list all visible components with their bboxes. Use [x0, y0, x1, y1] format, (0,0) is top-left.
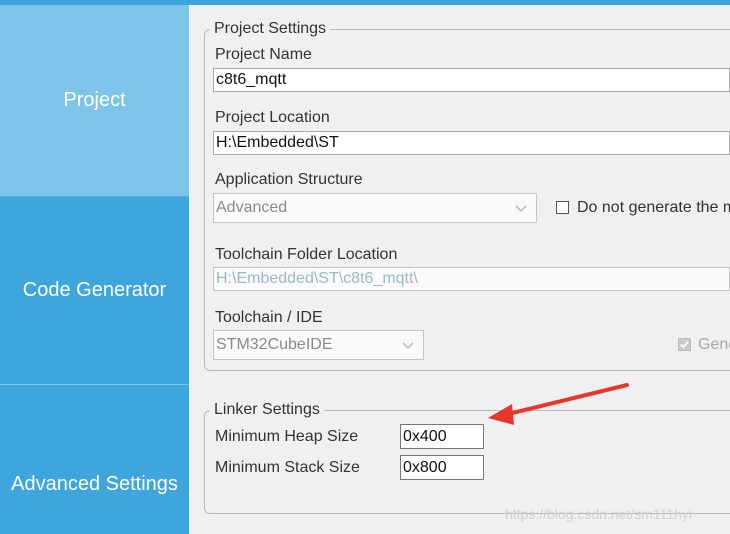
chevron-down-icon [515, 205, 527, 212]
sidebar-item-label: Advanced Settings [11, 473, 178, 495]
sidebar: Project Code Generator Advanced Settings [0, 5, 189, 534]
project-name-field[interactable]: c8t6_mqtt [213, 68, 730, 92]
toolchain-folder-field[interactable]: H:\Embedded\ST\c8t6_mqtt\ [213, 267, 730, 291]
application-structure-label: Application Structure [215, 171, 363, 188]
toolchain-ide-value: STM32CubeIDE [216, 336, 333, 353]
do-not-generate-checkbox[interactable] [556, 201, 569, 214]
sidebar-item-advanced-settings[interactable]: Advanced Settings [0, 384, 189, 534]
toolchain-ide-select[interactable]: STM32CubeIDE [213, 330, 424, 360]
project-location-label: Project Location [215, 109, 330, 126]
project-location-field[interactable]: H:\Embedded\ST [213, 131, 730, 155]
sidebar-item-label: Project [63, 89, 126, 111]
sidebar-item-label: Code Generator [22, 279, 167, 301]
watermark: https://blog.csdn.net/sm111hyi [505, 506, 693, 522]
linker-settings-legend: Linker Settings [210, 401, 324, 419]
chevron-down-icon [402, 342, 414, 349]
do-not-generate-label: Do not generate the m [577, 199, 730, 216]
application-structure-value: Advanced [216, 199, 288, 216]
generate-label: Gene [698, 336, 730, 353]
min-stack-label: Minimum Stack Size [215, 459, 360, 476]
min-heap-label: Minimum Heap Size [215, 428, 359, 445]
generate-checkbox[interactable] [678, 338, 691, 351]
application-structure-select[interactable]: Advanced [213, 193, 537, 223]
min-heap-field[interactable]: 0x400 [400, 424, 484, 449]
toolchain-folder-label: Toolchain Folder Location [215, 246, 398, 263]
sidebar-item-code-generator[interactable]: Code Generator [0, 196, 189, 384]
toolchain-ide-label: Toolchain / IDE [215, 309, 323, 326]
min-stack-field[interactable]: 0x800 [400, 455, 484, 480]
sidebar-item-project[interactable]: Project [0, 5, 189, 196]
project-name-label: Project Name [215, 46, 312, 63]
project-settings-legend: Project Settings [210, 20, 331, 38]
checkmark-icon [680, 340, 689, 349]
